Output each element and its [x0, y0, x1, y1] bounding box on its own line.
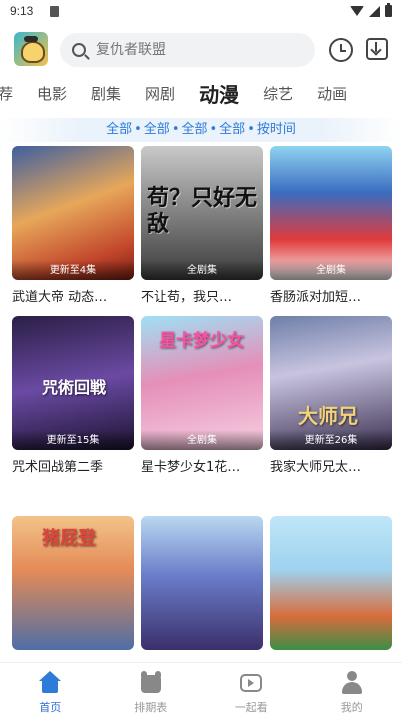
- nav-home[interactable]: 首页: [0, 663, 101, 720]
- status-bar: 9:13: [0, 0, 402, 24]
- status-badge: 全剧集: [141, 260, 263, 280]
- poster-title-art: 猪屁登: [42, 528, 96, 549]
- wifi-icon: [350, 6, 364, 16]
- tab-anime[interactable]: 动漫: [187, 79, 251, 108]
- nav-schedule[interactable]: 排期表: [101, 663, 202, 720]
- app-logo[interactable]: [14, 32, 48, 66]
- list-item[interactable]: [141, 516, 263, 650]
- poster-title-art: 咒術回戦: [42, 378, 107, 397]
- list-item[interactable]: 猪屁登: [12, 516, 134, 650]
- tab-recommend[interactable]: 荐: [0, 83, 25, 104]
- tab-animation[interactable]: 动画: [305, 83, 359, 104]
- card-title: 不让苟，我只…: [141, 290, 233, 305]
- status-badge: 全剧集: [270, 260, 392, 280]
- card-title: 武道大帝 动态…: [12, 290, 108, 305]
- poster-title-art: 大师兄: [298, 404, 358, 428]
- bottom-nav: 首页 排期表 一起看 我的: [0, 662, 402, 720]
- filter-region[interactable]: 全部: [144, 122, 170, 137]
- signal-icon: [369, 5, 380, 17]
- poster-image: [141, 516, 263, 650]
- home-icon: [37, 671, 63, 695]
- schedule-icon: [138, 671, 164, 695]
- sim-card-icon: [50, 6, 59, 17]
- status-badge: 更新至26集: [270, 430, 392, 450]
- list-item[interactable]: 全剧集 香肠派对加短…: [270, 146, 392, 305]
- history-icon[interactable]: [329, 38, 353, 62]
- poster-image: 大师兄 更新至26集: [270, 316, 392, 450]
- download-icon[interactable]: [366, 38, 388, 60]
- card-title: 香肠派对加短…: [270, 290, 362, 305]
- nav-label: 首页: [39, 701, 62, 714]
- tab-web-series[interactable]: 网剧: [133, 83, 187, 104]
- nav-watch-together[interactable]: 一起看: [201, 663, 302, 720]
- poster-image: 猪屁登: [12, 516, 134, 650]
- list-item[interactable]: 更新至4集 武道大帝 动态…: [12, 146, 134, 305]
- poster-image: 全剧集: [270, 146, 392, 280]
- poster-image: 星卡梦少女 全剧集: [141, 316, 263, 450]
- battery-icon: [385, 3, 392, 17]
- nav-mine[interactable]: 我的: [302, 663, 402, 720]
- filter-type[interactable]: 全部: [106, 122, 132, 137]
- status-badge: 更新至4集: [12, 260, 134, 280]
- tab-series[interactable]: 剧集: [79, 83, 133, 104]
- poster-image: 苟？只好无敌 全剧集: [141, 146, 263, 280]
- filter-language[interactable]: 全部: [219, 122, 245, 137]
- search-bar[interactable]: [60, 33, 315, 67]
- filter-row: 全部 • 全部 • 全部 • 全部 • 按时间: [0, 118, 402, 142]
- status-badge: 更新至15集: [12, 430, 134, 450]
- nav-label: 我的: [340, 701, 363, 714]
- header: [0, 28, 402, 72]
- card-title: 星卡梦少女1花…: [141, 460, 241, 475]
- poster-image: 更新至4集: [12, 146, 134, 280]
- poster-image: [270, 516, 392, 650]
- list-item[interactable]: [270, 516, 392, 650]
- status-badge: 全剧集: [141, 430, 263, 450]
- poster-image: 咒術回戦 更新至15集: [12, 316, 134, 450]
- filter-year[interactable]: 全部: [181, 122, 207, 137]
- tab-variety[interactable]: 综艺: [251, 83, 305, 104]
- tab-movie[interactable]: 电影: [25, 83, 79, 104]
- list-item[interactable]: 星卡梦少女 全剧集 星卡梦少女1花…: [141, 316, 263, 475]
- watch-together-icon: [238, 671, 264, 695]
- nav-label: 一起看: [234, 701, 268, 714]
- card-title: 咒术回战第二季: [12, 460, 104, 475]
- category-tabs: 荐 电影 剧集 网剧 动漫 综艺 动画: [0, 76, 402, 110]
- list-item[interactable]: 苟？只好无敌 全剧集 不让苟，我只…: [141, 146, 263, 305]
- list-item[interactable]: 咒術回戦 更新至15集 咒术回战第二季: [12, 316, 134, 475]
- search-input[interactable]: [96, 42, 296, 58]
- status-indicators: [350, 3, 392, 17]
- poster-title-art: 苟？只好无敌: [147, 186, 258, 237]
- nav-label: 排期表: [134, 701, 168, 714]
- profile-icon: [339, 671, 365, 695]
- poster-title-art: 星卡梦少女: [159, 331, 244, 351]
- search-icon: [72, 43, 86, 57]
- card-title: 我家大师兄太…: [270, 460, 362, 475]
- filter-sort[interactable]: 按时间: [257, 122, 296, 137]
- status-time: 9:13: [10, 4, 34, 18]
- list-item[interactable]: 大师兄 更新至26集 我家大师兄太…: [270, 316, 392, 475]
